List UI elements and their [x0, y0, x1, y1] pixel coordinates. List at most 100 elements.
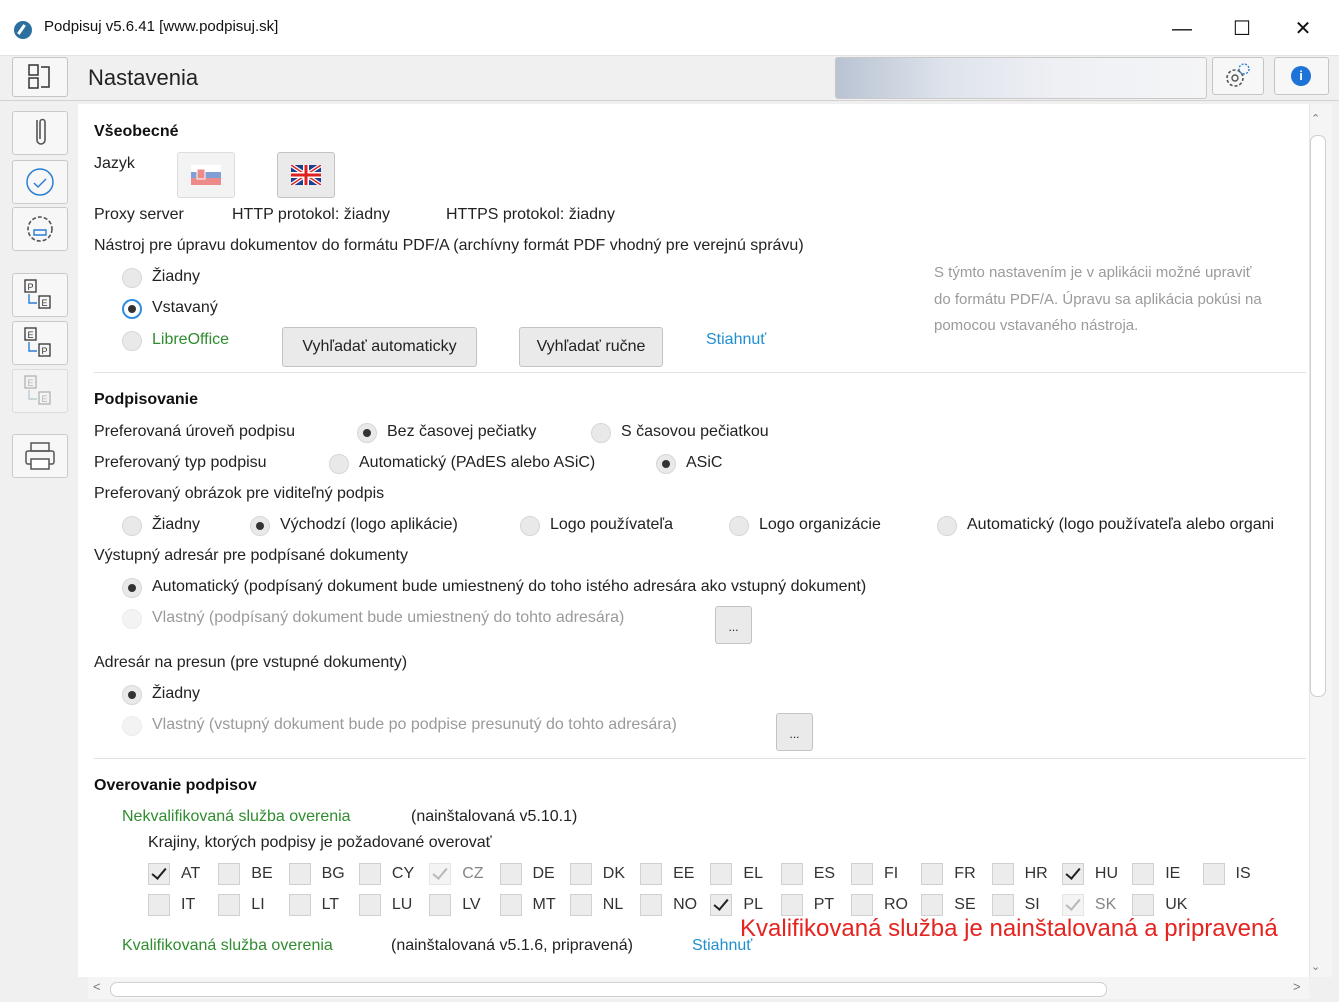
move-custom-radio[interactable]: [122, 716, 142, 736]
image-org-logo-radio[interactable]: [729, 516, 749, 536]
country-checkbox-se[interactable]: [921, 894, 944, 916]
type-asic-radio[interactable]: [656, 454, 676, 474]
pdfa-none-radio[interactable]: [122, 268, 142, 288]
pdfa-libreoffice-radio[interactable]: [122, 331, 142, 351]
user-account-field[interactable]: [835, 57, 1207, 99]
image-none-radio[interactable]: [122, 516, 142, 536]
country-label-sk: SK: [1094, 896, 1117, 913]
country-checkbox-ee[interactable]: [640, 863, 663, 885]
country-checkbox-ro[interactable]: [851, 894, 873, 916]
output-auto-radio[interactable]: [122, 578, 142, 598]
image-default-radio[interactable]: [250, 516, 270, 536]
level-no-timestamp-radio[interactable]: [357, 423, 377, 443]
language-en-button[interactable]: [277, 152, 335, 198]
move-browse-button[interactable]: ...: [776, 713, 813, 751]
settings-button[interactable]: [1212, 57, 1264, 95]
pdfa-builtin-radio[interactable]: [122, 299, 142, 319]
country-checkbox-fi[interactable]: [851, 863, 873, 885]
output-custom-label: Vlastný (podpísaný dokument bude umiestn…: [152, 609, 625, 626]
country-checkbox-es[interactable]: [780, 863, 803, 885]
sidebar-print-button[interactable]: [12, 434, 68, 478]
sidebar-sign-button[interactable]: [12, 111, 68, 155]
country-checkbox-cz[interactable]: [429, 863, 452, 885]
scroll-up-icon[interactable]: ⌃: [1311, 112, 1320, 125]
qualified-service-label: Kvalifikovaná služba overenia: [122, 937, 333, 954]
country-label-ie: IE: [1165, 865, 1181, 882]
country-checkbox-lv[interactable]: [429, 894, 452, 916]
country-checkbox-fr[interactable]: [921, 863, 944, 885]
country-checkbox-no[interactable]: [640, 894, 663, 916]
info-button[interactable]: i: [1274, 57, 1329, 95]
sidebar-asic-to-pdf-button[interactable]: EP: [12, 321, 68, 365]
type-auto-radio[interactable]: [329, 454, 349, 474]
sidebar-convert-disabled-button[interactable]: EE: [12, 369, 68, 413]
country-label-dk: DK: [602, 865, 626, 882]
signature-type-label: Preferovaný typ podpisu: [94, 454, 267, 471]
country-checkbox-it[interactable]: [148, 894, 170, 916]
country-checkbox-lu[interactable]: [358, 894, 381, 916]
country-checkbox-cy[interactable]: [358, 863, 381, 885]
country-checkbox-el[interactable]: [710, 863, 733, 885]
country-checkbox-at[interactable]: [148, 863, 170, 885]
country-checkbox-ie[interactable]: [1132, 863, 1155, 885]
country-label-fr: FR: [954, 865, 976, 882]
country-checkbox-uk[interactable]: [1132, 894, 1155, 916]
country-label-cy: CY: [391, 865, 415, 882]
horizontal-scroll-thumb[interactable]: [110, 982, 1107, 997]
image-user-logo-radio[interactable]: [520, 516, 540, 536]
menu-toggle-button[interactable]: [12, 57, 68, 97]
printer-icon: [25, 442, 55, 470]
sidebar-verify-button[interactable]: [12, 160, 68, 204]
pdfa-hint-line-1: S týmto nastavením je v aplikácii možné …: [934, 264, 1252, 281]
country-checkbox-sk[interactable]: [1061, 894, 1084, 916]
search-auto-button[interactable]: Vyhľadať automaticky: [282, 327, 477, 367]
country-label-at: AT: [181, 865, 201, 882]
scroll-right-icon[interactable]: >: [1293, 979, 1301, 994]
search-manual-button[interactable]: Vyhľadať ručne: [519, 327, 663, 367]
libreoffice-download-link[interactable]: Stiahnuť: [706, 331, 766, 349]
country-checkbox-si[interactable]: [991, 894, 1014, 916]
country-checkbox-bg[interactable]: [288, 863, 311, 885]
output-custom-radio[interactable]: [122, 609, 142, 629]
country-checkbox-li[interactable]: [218, 894, 241, 916]
move-none-radio[interactable]: [122, 685, 142, 705]
scroll-down-icon[interactable]: ⌄: [1311, 960, 1320, 973]
language-sk-button[interactable]: [177, 152, 235, 198]
country-label-no: NO: [673, 896, 698, 913]
country-label-es: ES: [813, 865, 836, 882]
image-auto-radio[interactable]: [937, 516, 957, 536]
country-checkbox-lt[interactable]: [288, 894, 311, 916]
country-label-hu: HU: [1094, 865, 1118, 882]
output-browse-button[interactable]: ...: [715, 606, 752, 644]
level-timestamp-radio[interactable]: [591, 423, 611, 443]
minimize-button[interactable]: —: [1153, 10, 1211, 48]
section-general-heading: Všeobecné: [94, 123, 179, 140]
sidebar-settings-button[interactable]: [12, 207, 68, 251]
country-checkbox-is[interactable]: [1202, 863, 1225, 885]
country-label-pl: PL: [743, 896, 763, 913]
country-checkbox-de[interactable]: [499, 863, 522, 885]
vertical-scroll-thumb[interactable]: [1310, 135, 1326, 697]
paperclip-icon: [36, 118, 46, 145]
chat-check-icon: [26, 168, 54, 196]
country-checkbox-hr[interactable]: [991, 863, 1014, 885]
country-checkbox-be[interactable]: [218, 863, 241, 885]
country-checkbox-hu[interactable]: [1061, 863, 1084, 885]
country-checkbox-dk[interactable]: [569, 863, 592, 885]
country-label-li: LI: [251, 896, 265, 913]
close-button[interactable]: ✕: [1274, 10, 1332, 48]
language-label: Jazyk: [94, 155, 135, 172]
pdfa-none-label: Žiadny: [152, 268, 201, 285]
scroll-left-icon[interactable]: <: [93, 979, 101, 994]
country-checkbox-nl[interactable]: [569, 894, 592, 916]
pdfa-hint-line-2: do formátu PDF/A. Úpravu sa aplikácia po…: [934, 291, 1262, 308]
annotation-text: Kvalifikovaná služba je nainštalovaná a …: [740, 915, 1278, 942]
sidebar-pdf-to-asic-button[interactable]: PE: [12, 273, 68, 317]
country-checkbox-pl[interactable]: [710, 894, 733, 916]
pdfa-builtin-label: Vstavaný: [152, 299, 218, 316]
country-checkbox-mt[interactable]: [499, 894, 522, 916]
type-asic-label: ASiC: [686, 454, 723, 471]
country-label-pt: PT: [813, 896, 835, 913]
country-checkbox-pt[interactable]: [780, 894, 803, 916]
maximize-button[interactable]: ☐: [1213, 10, 1271, 48]
